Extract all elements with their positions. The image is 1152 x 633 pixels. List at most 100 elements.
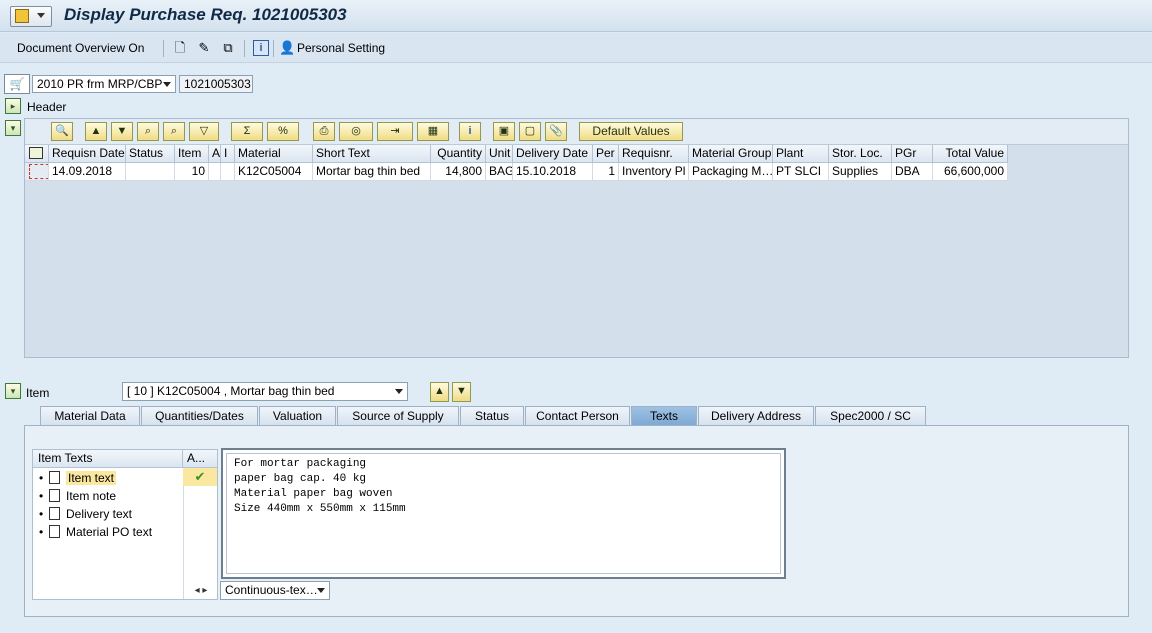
editor-mode-select[interactable]: Continuous-tex… (220, 581, 330, 600)
expand-header-icon[interactable]: ▸ (5, 98, 21, 114)
tab-contact-person[interactable]: Contact Person (525, 406, 630, 425)
sum-icon[interactable]: Σ (231, 122, 263, 141)
select-all-icon[interactable]: ▣ (493, 122, 515, 141)
document-overview-button[interactable]: Document Overview On (17, 41, 144, 55)
tab-status[interactable]: Status (460, 406, 524, 425)
item-label: Item (26, 386, 50, 400)
col-pgr[interactable]: PGr (892, 145, 933, 163)
cell-i[interactable] (221, 163, 235, 181)
col-a[interactable]: A (209, 145, 221, 163)
filter-icon[interactable]: ▽ (189, 122, 219, 141)
previous-item-button[interactable]: ▲ (430, 382, 449, 402)
col-i[interactable]: I (221, 145, 235, 163)
cell-status[interactable] (126, 163, 175, 181)
col-quantity[interactable]: Quantity (431, 145, 486, 163)
document-icon (49, 507, 60, 520)
col-item[interactable]: Item (175, 145, 209, 163)
col-total-value[interactable]: Total Value (933, 145, 1008, 163)
cell-per[interactable]: 1 (593, 163, 619, 181)
row-selector[interactable] (25, 163, 49, 181)
col-unit[interactable]: Unit (486, 145, 513, 163)
info-icon[interactable]: i (253, 40, 269, 56)
col-status[interactable]: Status (126, 145, 175, 163)
default-values-button[interactable]: Default Values (579, 122, 683, 141)
collapse-item-icon[interactable]: ▾ (5, 383, 21, 399)
personal-setting-icon[interactable]: 👤 (279, 40, 295, 56)
details-icon[interactable]: 🔍 (51, 122, 73, 141)
layout-icon[interactable]: ▦ (417, 122, 449, 141)
pr-number-field[interactable]: 1021005303 (179, 75, 253, 93)
text-item-label: Delivery text (66, 507, 133, 521)
cell-material[interactable]: K12C05004 (235, 163, 313, 181)
document-type-select[interactable]: 2010 PR frm MRP/CBP (32, 75, 176, 93)
check-icon: ✔ (183, 468, 217, 486)
cell-delivery-date[interactable]: 15.10.2018 (513, 163, 593, 181)
col-stor-loc[interactable]: Stor. Loc. (829, 145, 892, 163)
col-requisn-date[interactable]: Requisn Date (49, 145, 126, 163)
cell-unit[interactable]: BAG (486, 163, 513, 181)
system-menu-button[interactable] (10, 6, 52, 27)
cell-quantity[interactable]: 14,800 (431, 163, 486, 181)
cell-total-value[interactable]: 66,600,000 (933, 163, 1008, 181)
chevron-down-icon (317, 588, 325, 593)
col-material-group[interactable]: Material Group (689, 145, 773, 163)
tab-quantities-dates[interactable]: Quantities/Dates (141, 406, 258, 425)
tab-texts[interactable]: Texts (631, 406, 697, 425)
sort-descending-icon[interactable]: ▼ (111, 122, 133, 141)
chevron-down-icon (163, 82, 171, 87)
col-material[interactable]: Material (235, 145, 313, 163)
tab-spec2000[interactable]: Spec2000 / SC (815, 406, 926, 425)
export-icon[interactable]: ⇥ (377, 122, 413, 141)
text-item-item-note[interactable]: • Item note (39, 487, 116, 505)
item-texts-header: Item Texts (33, 450, 183, 468)
new-document-icon[interactable]: 🗋 (172, 40, 188, 56)
text-item-delivery-text[interactable]: • Delivery text (39, 505, 132, 523)
subtotal-icon[interactable]: % (267, 122, 299, 141)
cell-material-group[interactable]: Packaging M… (689, 163, 773, 181)
text-editor-content[interactable]: For mortar packaging paper bag cap. 40 k… (226, 453, 781, 574)
deselect-icon[interactable]: ▢ (519, 122, 541, 141)
next-item-button[interactable]: ▼ (452, 382, 471, 402)
col-delivery-date[interactable]: Delivery Date (513, 145, 593, 163)
col-requisnr[interactable]: Requisnr. (619, 145, 689, 163)
cell-plant[interactable]: PT SLCI (773, 163, 829, 181)
text-editor[interactable]: For mortar packaging paper bag cap. 40 k… (221, 448, 786, 579)
info-icon[interactable]: i (459, 122, 481, 141)
editor-line: For mortar packaging (234, 458, 367, 470)
copy-document-icon[interactable]: ⧉ (220, 40, 236, 56)
cell-item[interactable]: 10 (175, 163, 209, 181)
tab-valuation[interactable]: Valuation (259, 406, 336, 425)
item-selector[interactable]: [ 10 ] K12C05004 , Mortar bag thin bed (122, 382, 408, 401)
editor-line: Material paper bag woven (234, 488, 393, 500)
text-item-item-text[interactable]: • Item text (39, 469, 117, 487)
cell-requisn-date[interactable]: 14.09.2018 (49, 163, 126, 181)
tab-delivery-address[interactable]: Delivery Address (698, 406, 814, 425)
find-next-icon[interactable]: ⌕ (163, 122, 185, 141)
tab-source-of-supply[interactable]: Source of Supply (337, 406, 459, 425)
toolbar-separator (244, 40, 245, 57)
col-per[interactable]: Per (593, 145, 619, 163)
cell-pgr[interactable]: DBA (892, 163, 933, 181)
cell-short-text[interactable]: Mortar bag thin bed (313, 163, 431, 181)
sort-ascending-icon[interactable]: ▲ (85, 122, 107, 141)
collapse-items-icon[interactable]: ▾ (5, 120, 21, 136)
grid-toolbar: 🔍 ▲ ▼ ⌕ ⌕ ▽ Σ % ⎙ ◎ ⇥ ▦ i ▣ ▢ 📎 Default … (25, 119, 1128, 145)
attachment-icon[interactable]: 📎 (545, 122, 567, 141)
select-all-cell[interactable] (25, 145, 49, 163)
col-short-text[interactable]: Short Text (313, 145, 431, 163)
shopping-cart-icon[interactable]: 🛒 (4, 74, 30, 94)
edit-glasses-icon[interactable]: ✎ (196, 40, 212, 56)
personal-setting-button[interactable]: Personal Setting (297, 41, 385, 55)
cell-stor-loc[interactable]: Supplies (829, 163, 892, 181)
cell-requisnr[interactable]: Inventory Pl (619, 163, 689, 181)
views-icon[interactable]: ◎ (339, 122, 373, 141)
print-icon[interactable]: ⎙ (313, 122, 335, 141)
find-icon[interactable]: ⌕ (137, 122, 159, 141)
scroll-arrows[interactable]: ◂ ▸ (184, 582, 218, 600)
text-item-material-po-text[interactable]: • Material PO text (39, 523, 152, 541)
tab-material-data[interactable]: Material Data (40, 406, 140, 425)
sap-menu-icon (15, 9, 29, 23)
col-plant[interactable]: Plant (773, 145, 829, 163)
cell-a[interactable] (209, 163, 221, 181)
title-bar: Display Purchase Req. 1021005303 (0, 0, 1152, 32)
